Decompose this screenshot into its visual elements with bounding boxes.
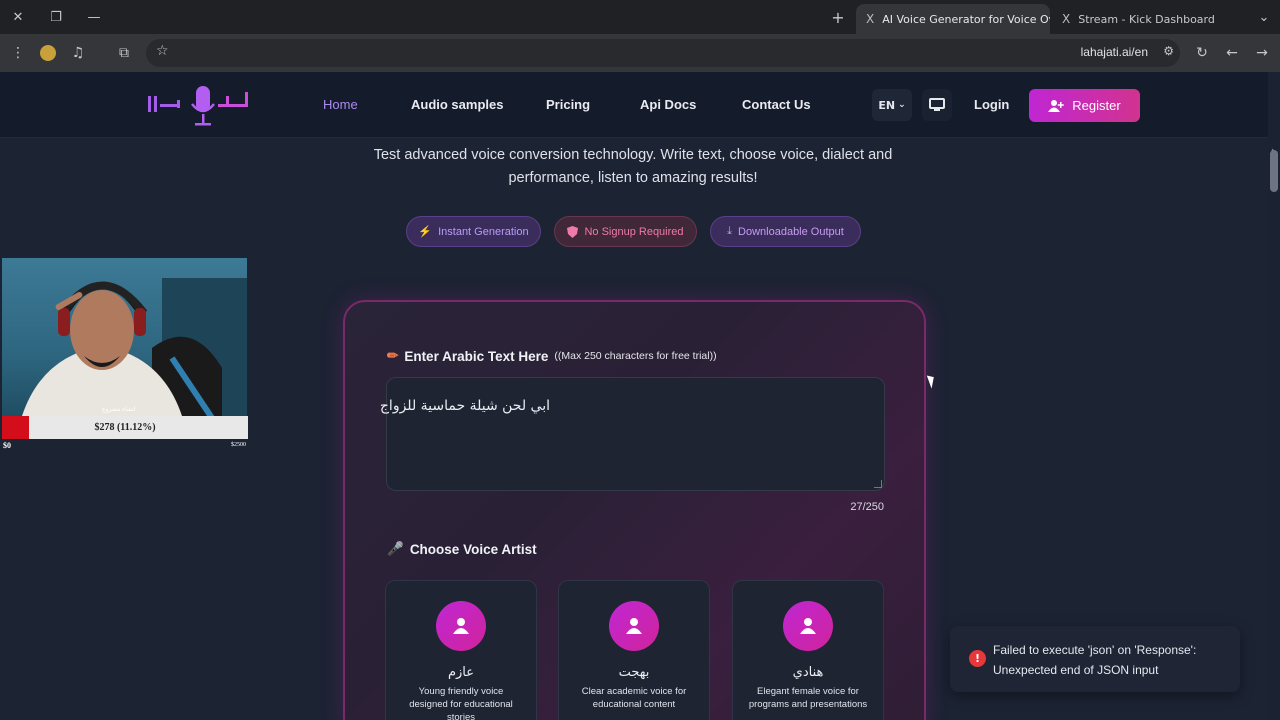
streamer-webcam-image — [22, 278, 247, 416]
minimize-window-icon[interactable]: — — [82, 6, 106, 28]
user-plus-icon — [1048, 100, 1065, 112]
nav-pricing[interactable]: Pricing — [546, 97, 590, 112]
bookmark-star-icon[interactable]: ☆ — [156, 43, 169, 59]
back-icon[interactable]: ← — [1222, 43, 1242, 63]
nav-home[interactable]: Home — [323, 97, 358, 112]
nav-contact-us[interactable]: Contact Us — [742, 97, 811, 112]
arabic-text-input[interactable]: ابي لحن شيلة حماسية للزواج — [380, 377, 885, 491]
scrollbar-thumb[interactable] — [1270, 150, 1278, 192]
badge-instant-generation: ⚡ Instant Generation — [406, 216, 541, 247]
menu-icon[interactable]: ⋮ — [8, 43, 28, 63]
mouse-cursor — [926, 373, 938, 389]
voice-generator-card: ✏ Enter Arabic Text Here ((Max 250 chara… — [343, 300, 926, 720]
badge-label: No Signup Required — [584, 225, 684, 238]
lightning-icon: ⚡ — [418, 226, 433, 238]
extensions-puzzle-icon[interactable]: ⧉ — [114, 43, 134, 63]
goal-amount: $278 (11.12%) — [94, 422, 156, 433]
goal-max-label: $2500 — [231, 442, 246, 448]
voice-description: Elegant female voice for programs and pr… — [748, 686, 868, 710]
close-window-icon[interactable]: ✕ — [6, 6, 30, 28]
tab-close-icon[interactable]: X — [866, 12, 874, 26]
tab-title: AI Voice Generator for Voice Ov — [882, 12, 1050, 26]
voice-name: هنادي — [792, 665, 824, 680]
site-header: Home Audio samples Pricing Api Docs Cont… — [0, 72, 1268, 138]
tab-ai-voice-generator[interactable]: X AI Voice Generator for Voice Ov ● — [856, 4, 1050, 34]
monitor-icon — [929, 98, 945, 111]
language-label: EN — [878, 98, 896, 112]
user-icon — [609, 601, 659, 651]
voice-card-bahjat[interactable]: بهجت Clear academic voice for educationa… — [558, 580, 710, 720]
login-link[interactable]: Login — [974, 97, 1009, 112]
theme-toggle-button[interactable] — [922, 89, 952, 121]
user-icon — [783, 601, 833, 651]
arabic-text-value: ابي لحن شيلة حماسية للزواج — [379, 398, 550, 414]
extension-icon[interactable] — [38, 43, 58, 63]
pencil-icon: ✏ — [387, 348, 399, 363]
donation-goal-bar: $278 (11.12%) — [2, 416, 248, 439]
character-counter: 27/250 — [850, 501, 884, 513]
voice-name: عازم — [447, 665, 475, 680]
text-input-hint: ((Max 250 characters for free trial)) — [554, 350, 717, 362]
resize-handle-icon[interactable] — [874, 480, 882, 488]
badge-no-signup: No Signup Required — [554, 216, 697, 247]
language-select[interactable]: EN ⌄ — [872, 89, 912, 121]
media-icon[interactable]: ♫ — [68, 43, 88, 63]
register-button[interactable]: Register — [1029, 89, 1140, 122]
webcam-overlay: انشاء مشروع — [2, 258, 247, 416]
overlay-caption: انشاء مشروع — [102, 406, 136, 413]
user-icon — [436, 601, 486, 651]
reload-icon[interactable]: ↻ — [1192, 43, 1212, 63]
badge-label: Instant Generation — [438, 225, 529, 238]
browser-toolbar: ⋮ ♫ ⧉ ☆ lahajati.ai/en ⚙ ↻ ← → — [0, 34, 1280, 72]
voice-description: Young friendly voice designed for educat… — [409, 686, 513, 720]
tab-search-icon[interactable]: ⌄ — [1252, 6, 1276, 28]
text-input-title: Enter Arabic Text Here — [404, 348, 549, 364]
badge-label: Downloadable Output — [738, 225, 844, 238]
toast-message: Failed to execute 'json' on 'Response': … — [993, 643, 1197, 677]
new-tab-icon[interactable]: + — [826, 6, 850, 28]
badge-downloadable-output: ⤓ Downloadable Output — [710, 216, 861, 247]
download-icon: ⤓ — [727, 225, 733, 237]
voice-artist-heading: 🎤 Choose Voice Artist — [387, 541, 537, 557]
voice-name: بهجت — [618, 665, 650, 680]
voice-description: Clear academic voice for educational con… — [581, 686, 687, 710]
forward-icon[interactable]: → — [1252, 43, 1272, 63]
browser-tab-bar: ✕ ❐ — + X AI Voice Generator for Voice O… — [0, 0, 1280, 34]
voice-card-azem[interactable]: عازم Young friendly voice designed for e… — [385, 580, 537, 720]
voice-artist-title: Choose Voice Artist — [409, 541, 537, 557]
shield-icon — [567, 225, 579, 238]
address-bar[interactable]: ☆ lahajati.ai/en ⚙ — [146, 39, 1180, 67]
register-label: Register — [1072, 98, 1121, 113]
error-toast[interactable]: ! Failed to execute 'json' on 'Response'… — [950, 626, 1240, 692]
nav-audio-samples[interactable]: Audio samples — [411, 97, 503, 112]
tab-close-icon[interactable]: X — [1062, 12, 1070, 26]
text-input-heading: ✏ Enter Arabic Text Here ((Max 250 chara… — [387, 348, 717, 364]
tab-title: Stream - Kick Dashboard — [1078, 12, 1215, 26]
goal-min-label: $0 — [3, 441, 11, 450]
error-icon: ! — [969, 650, 986, 667]
hero-subtitle: Test advanced voice conversion technolog… — [373, 147, 893, 186]
restore-window-icon[interactable]: ❐ — [44, 6, 68, 28]
lahajati-logo[interactable] — [146, 82, 254, 128]
microphone-icon: 🎤 — [387, 541, 404, 556]
voice-card-hanadi[interactable]: هنادي Elegant female voice for programs … — [732, 580, 884, 720]
site-settings-icon[interactable]: ⚙ — [1163, 44, 1174, 58]
nav-api-docs[interactable]: Api Docs — [640, 97, 696, 112]
url-text[interactable]: lahajati.ai/en — [1081, 45, 1148, 59]
chevron-down-icon: ⌄ — [898, 100, 906, 110]
tab-kick-dashboard[interactable]: X Stream - Kick Dashboard — [1052, 4, 1252, 34]
